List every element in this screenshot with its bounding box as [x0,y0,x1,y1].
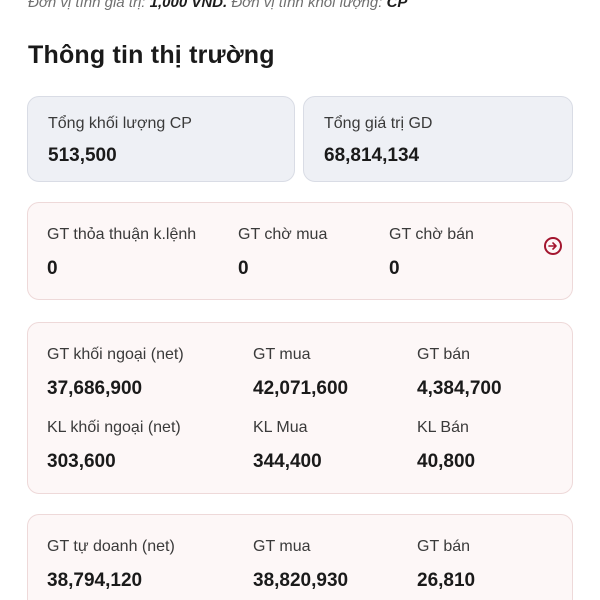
proprietary-gt-sell-value: 26,810 [417,570,476,591]
sell-waiting-label: GT chờ bán [389,226,474,243]
unit-note-middle: Đơn vị tính khối lượng: [231,0,383,11]
agreement-value-label: GT thỏa thuận k.lệnh [47,226,197,243]
unit-note-volume-unit: CP [386,0,408,11]
agreement-value: 0 [47,258,58,279]
foreign-gt-buy-label: GT mua [253,346,311,363]
sell-waiting-value: 0 [389,258,400,279]
foreign-kl-net-value: 303,600 [47,451,116,472]
proprietary-gt-buy-label: GT mua [253,538,311,555]
foreign-gt-net-value: 37,686,900 [47,378,143,399]
foreign-kl-net-label: KL khối ngoại (net) [47,419,181,436]
unit-note-prefix: Đơn vị tính giá trị: [28,0,146,11]
foreign-gt-buy-value: 42,071,600 [253,378,349,399]
pending-orders-card[interactable]: GT thỏa thuận k.lệnh 0 GT chờ mua 0 GT c… [27,202,573,300]
arrow-right-circle-icon[interactable] [544,237,562,255]
proprietary-gt-sell-label: GT bán [417,538,471,555]
unit-note: Đơn vị tính giá trị: 1,000 VND. Đơn vị t… [28,0,407,11]
proprietary-gt-buy-value: 38,820,930 [253,570,349,591]
buy-waiting-value: 0 [238,258,249,279]
foreign-gt-sell-value: 4,384,700 [417,378,502,399]
total-volume-label: Tổng khối lượng CP [48,115,192,132]
total-volume-value: 513,500 [48,145,117,166]
foreign-kl-sell-label: KL Bán [417,419,469,436]
foreign-gt-sell-label: GT bán [417,346,471,363]
buy-waiting-label: GT chờ mua [238,226,328,243]
total-value-card: Tổng giá trị GD 68,814,134 [303,96,573,182]
proprietary-gt-net-value: 38,794,120 [47,570,143,591]
unit-note-value-unit: 1,000 VND. [149,0,228,11]
total-volume-card: Tổng khối lượng CP 513,500 [27,96,295,182]
proprietary-trading-card: GT tự doanh (net) 38,794,120 GT mua 38,8… [27,514,573,600]
foreign-kl-buy-label: KL Mua [253,419,308,436]
foreign-trading-card: GT khối ngoại (net) 37,686,900 GT mua 42… [27,322,573,494]
foreign-kl-sell-value: 40,800 [417,451,476,472]
page-title: Thông tin thị trường [28,41,275,69]
foreign-kl-buy-value: 344,400 [253,451,322,472]
arrow-right-glyph [548,242,557,250]
total-value-label: Tổng giá trị GD [324,115,433,132]
foreign-gt-net-label: GT khối ngoại (net) [47,346,184,363]
proprietary-gt-net-label: GT tự doanh (net) [47,538,175,555]
total-value-value: 68,814,134 [324,145,420,166]
